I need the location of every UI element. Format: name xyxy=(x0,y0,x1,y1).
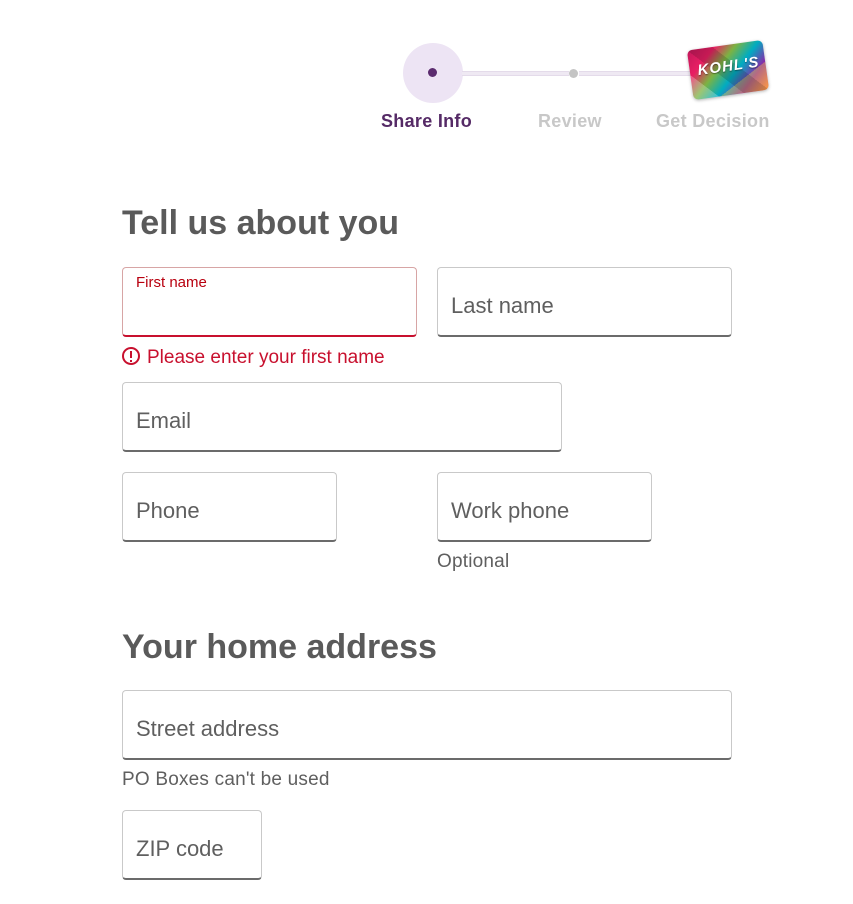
work-phone-field[interactable]: Work phone xyxy=(437,472,652,542)
first-name-error: Please enter your first name xyxy=(122,347,385,369)
work-phone-placeholder: Work phone xyxy=(451,498,570,523)
step-share-info: Share Info xyxy=(381,111,473,131)
about-you-heading: Tell us about you xyxy=(122,204,400,242)
first-name-error-text: Please enter your first name xyxy=(147,347,385,368)
zip-code-field[interactable]: ZIP code xyxy=(122,810,262,880)
first-name-field[interactable]: First name xyxy=(122,267,417,337)
review-step-dot xyxy=(569,69,578,78)
last-name-placeholder: Last name xyxy=(451,293,554,318)
progress-line xyxy=(462,71,569,76)
step-get-decision: Get Decision xyxy=(656,111,770,131)
kohls-card-image: KOHL'S xyxy=(686,39,770,101)
progress-stepper: KOHL'S Share Info Review Get Decision xyxy=(0,0,853,150)
email-field[interactable]: Email xyxy=(122,382,562,452)
street-address-placeholder: Street address xyxy=(136,716,280,741)
work-phone-helper: Optional xyxy=(437,551,510,572)
phone-placeholder: Phone xyxy=(136,498,200,523)
alert-circle-icon xyxy=(122,347,140,365)
application-page: KOHL'S Share Info Review Get Decision Te… xyxy=(0,0,853,904)
street-address-field[interactable]: Street address xyxy=(122,690,732,760)
phone-field[interactable]: Phone xyxy=(122,472,337,542)
active-step-dot xyxy=(428,68,437,77)
step-review: Review xyxy=(538,111,602,131)
street-address-helper: PO Boxes can't be used xyxy=(122,769,330,790)
home-address-heading: Your home address xyxy=(122,628,437,666)
email-placeholder: Email xyxy=(136,408,192,433)
card-logo-text: KOHL'S xyxy=(696,53,761,80)
zip-code-placeholder: ZIP code xyxy=(136,836,224,861)
last-name-field[interactable]: Last name xyxy=(437,267,732,337)
first-name-label: First name xyxy=(136,274,207,291)
